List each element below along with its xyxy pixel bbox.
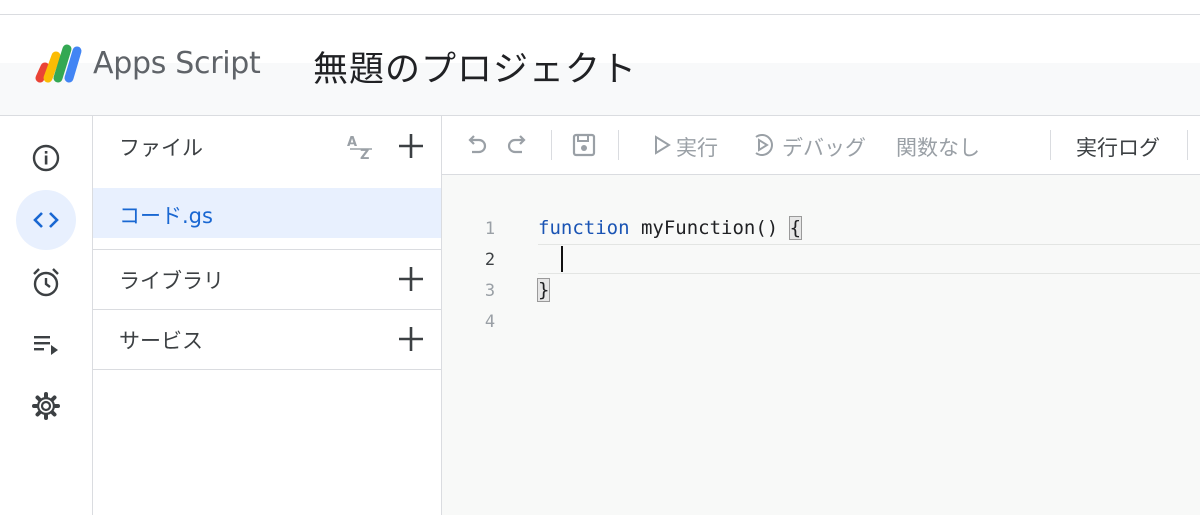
toolbar-separator [618, 130, 619, 160]
files-panel: ファイル A Z コード.gs ライブラリ サービス [93, 116, 442, 515]
line-number: 3 [484, 281, 496, 301]
code-line-3[interactable]: } [536, 278, 551, 302]
svg-text:Z: Z [360, 148, 369, 162]
current-line-highlight [538, 244, 1200, 274]
editor-toolbar: 実行 デバッグ 関数なし 実行ログ [442, 116, 1200, 175]
code-line-1[interactable]: function myFunction() { [538, 216, 803, 240]
add-library-plus-icon[interactable] [397, 265, 425, 293]
nav-rail [0, 116, 93, 515]
file-item-label: コード.gs [119, 204, 213, 228]
redo-icon[interactable] [504, 131, 532, 159]
matched-brace: } [536, 278, 551, 302]
file-item-code-gs[interactable]: コード.gs [93, 188, 441, 238]
services-label: サービス [119, 329, 203, 353]
project-title[interactable]: 無題のプロジェクト [313, 41, 637, 92]
toolbar-separator [1187, 130, 1188, 160]
line-number: 1 [484, 219, 496, 239]
run-play-icon[interactable] [648, 131, 676, 159]
libraries-label: ライブラリ [119, 269, 224, 293]
svg-text:A: A [347, 135, 357, 150]
matched-brace: { [788, 216, 803, 240]
text-cursor [561, 246, 563, 272]
section-divider [93, 369, 441, 370]
executions-button[interactable] [16, 314, 76, 374]
apps-script-logo[interactable] [33, 42, 85, 84]
run-button[interactable]: 実行 [676, 132, 718, 162]
files-header-label: ファイル [119, 136, 203, 160]
debug-icon[interactable] [748, 131, 776, 159]
alarm-clock-icon [33, 268, 59, 297]
code-editor[interactable]: 1 2 3 4 function myFunction() { } [442, 175, 1200, 515]
code-icon [33, 212, 59, 228]
app-name: Apps Script [93, 46, 261, 81]
save-icon[interactable] [570, 131, 598, 159]
line-number: 2 [484, 250, 496, 270]
toolbar-separator [551, 130, 552, 160]
overview-button[interactable] [16, 128, 76, 188]
undo-icon[interactable] [462, 131, 490, 159]
sort-az-icon[interactable]: A Z [346, 132, 378, 162]
code-text: myFunction() [629, 217, 790, 239]
triggers-button[interactable] [16, 252, 76, 312]
debug-button[interactable]: デバッグ [782, 132, 866, 162]
execution-log-button[interactable]: 実行ログ [1076, 132, 1160, 162]
editor-button[interactable] [16, 190, 76, 250]
settings-button[interactable] [16, 376, 76, 436]
section-divider [93, 309, 441, 310]
code-keyword: function [538, 217, 630, 239]
toolbar-separator [1050, 130, 1051, 160]
add-file-plus-icon[interactable] [397, 132, 425, 160]
gear-icon [32, 392, 60, 420]
executions-icon [34, 336, 58, 355]
line-number: 4 [484, 312, 496, 332]
function-select[interactable]: 関数なし [896, 132, 980, 162]
section-divider [93, 249, 441, 250]
add-service-plus-icon[interactable] [397, 325, 425, 353]
info-icon [32, 144, 60, 172]
